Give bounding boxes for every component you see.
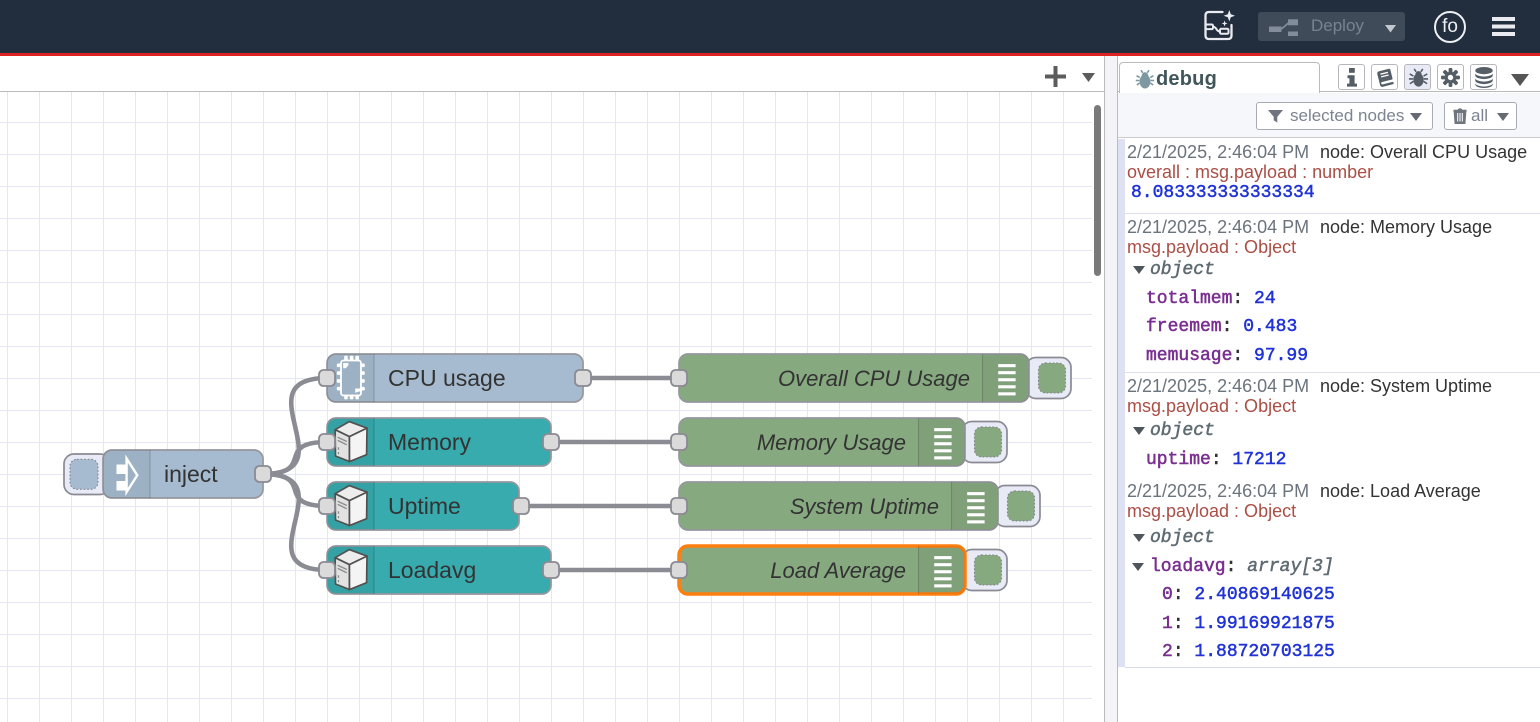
svg-text:CPU usage: CPU usage [388,365,506,391]
svg-text:Load Average: Load Average [770,558,906,583]
svg-text:Memory: Memory [388,429,472,455]
svg-text:System Uptime: System Uptime [790,494,939,519]
svg-text:Overall CPU Usage: Overall CPU Usage [778,366,970,391]
svg-text:Loadavg: Loadavg [388,557,476,583]
svg-text:inject: inject [164,461,218,487]
svg-text:Uptime: Uptime [388,493,461,519]
svg-text:Memory Usage: Memory Usage [757,430,906,455]
